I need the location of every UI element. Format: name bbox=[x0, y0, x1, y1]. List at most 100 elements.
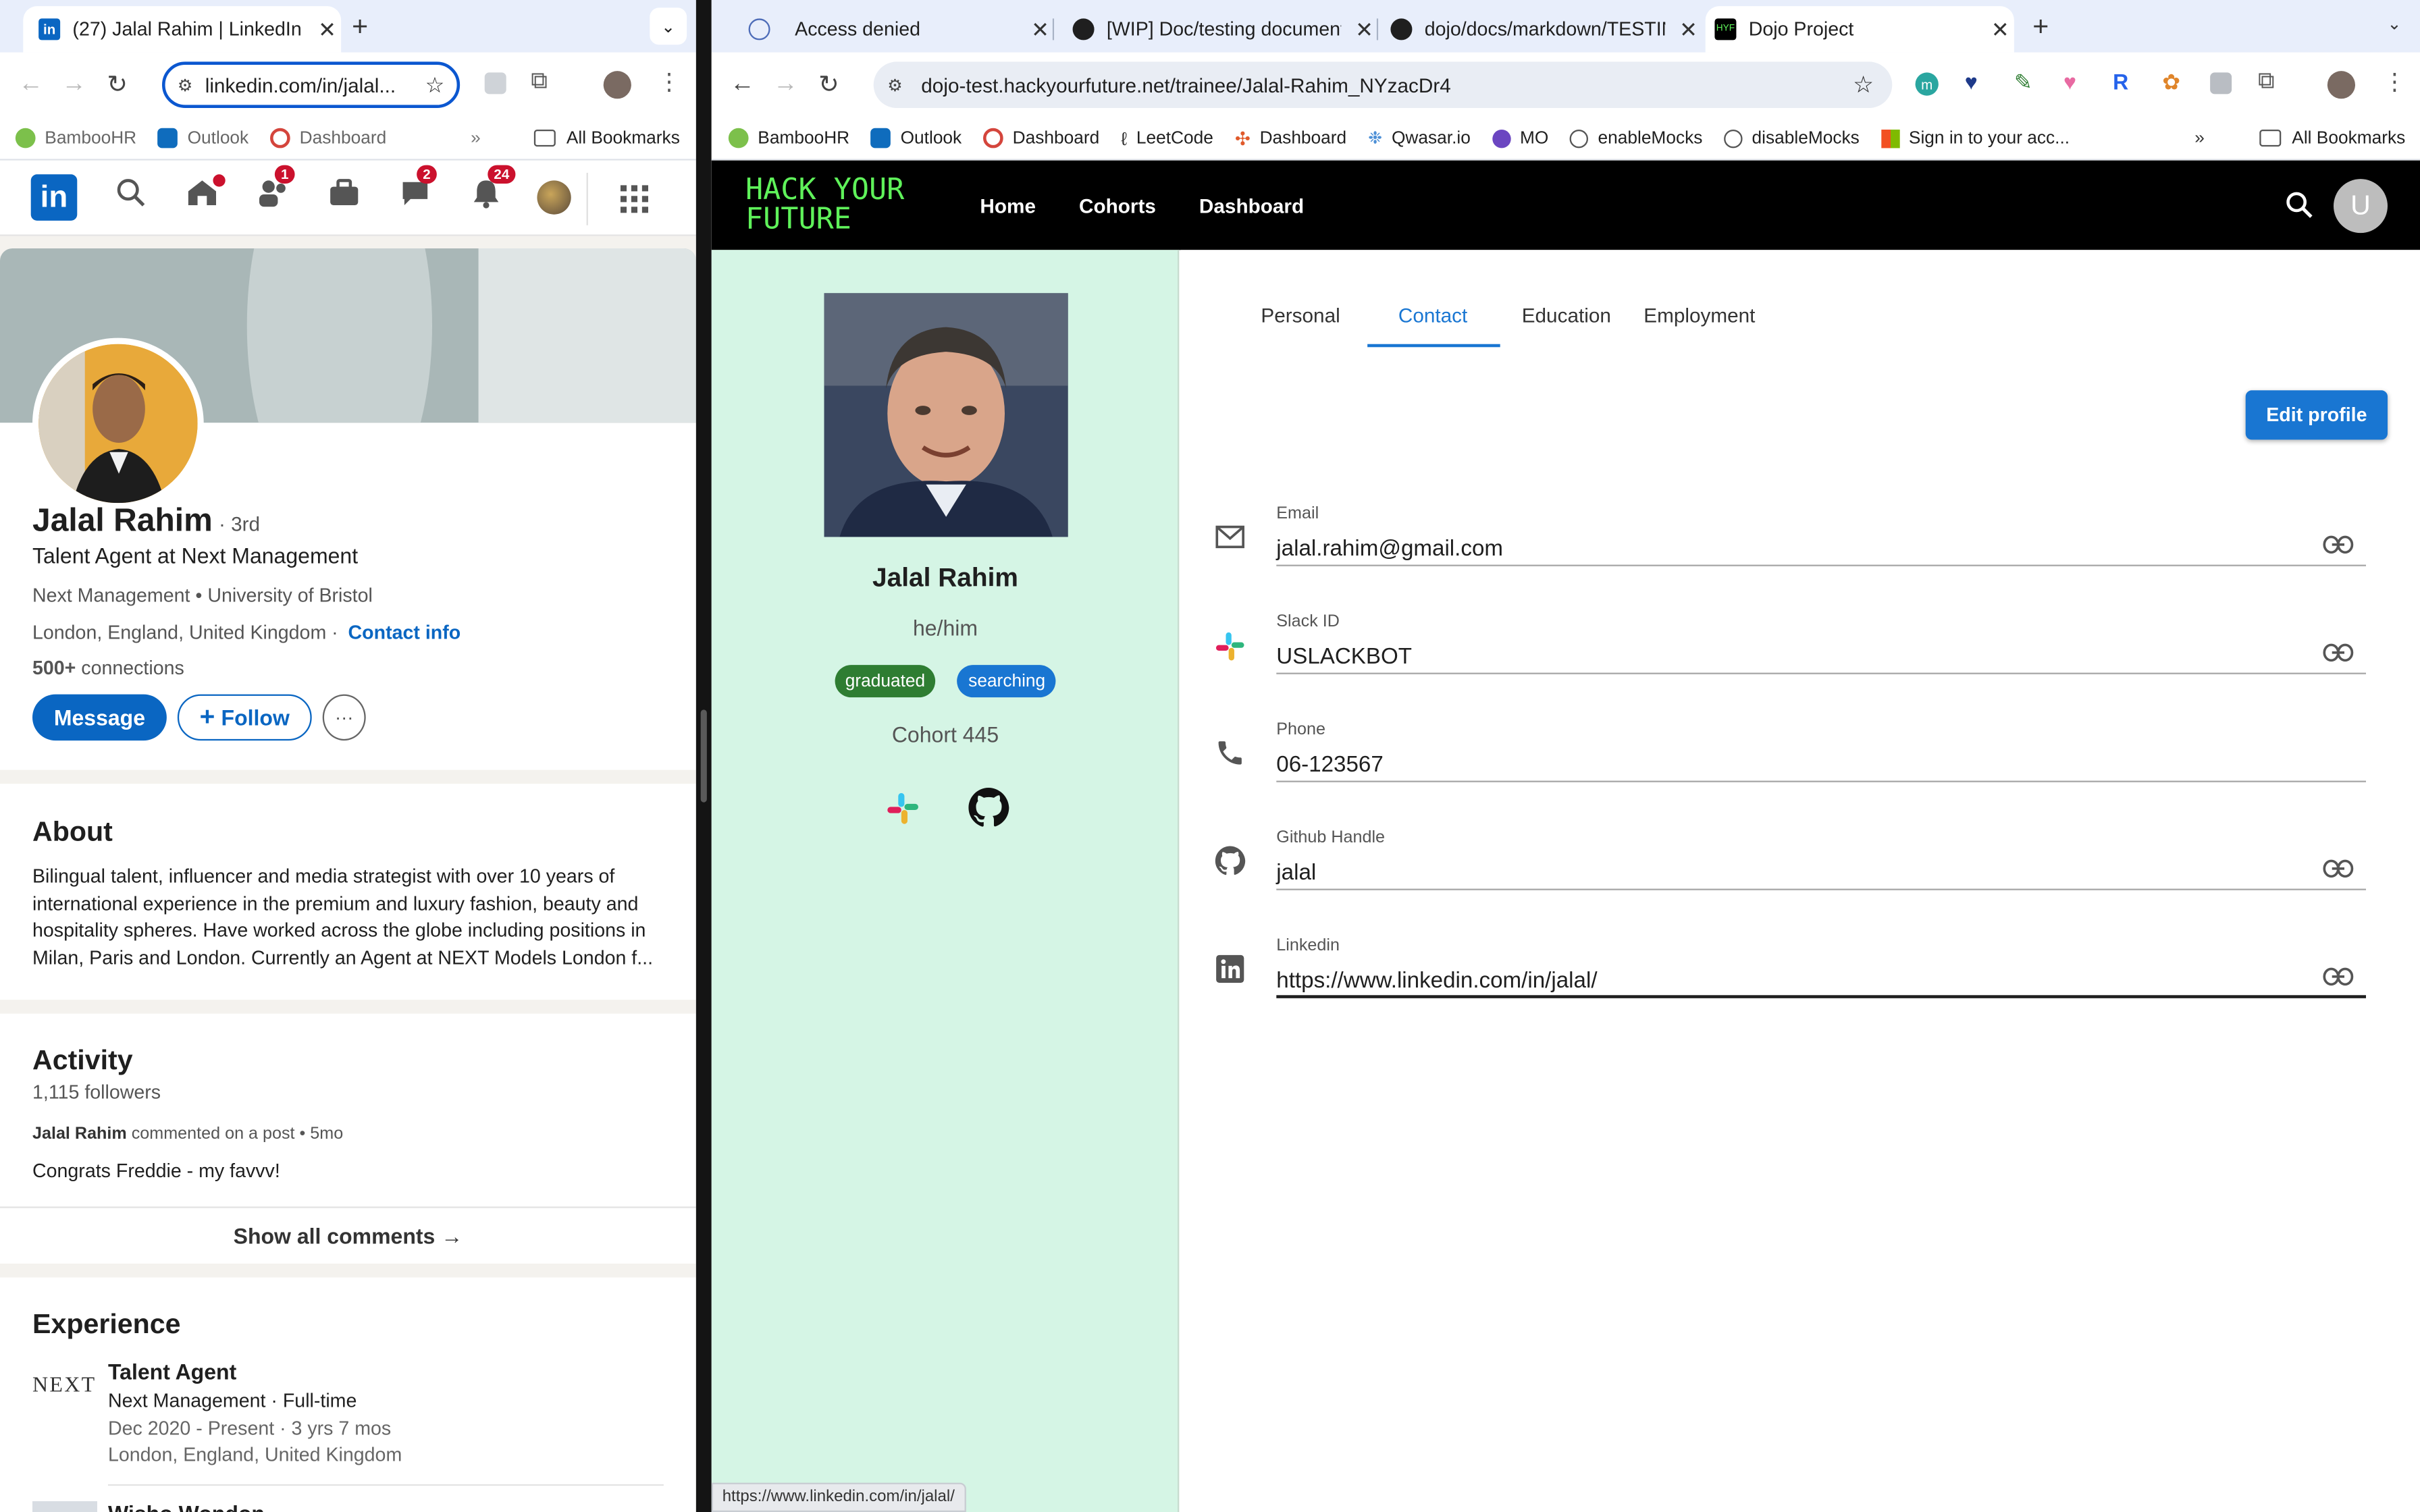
new-tab-button[interactable]: + bbox=[352, 11, 368, 43]
link-icon[interactable] bbox=[2323, 642, 2354, 664]
github-handle-field[interactable]: Github Handle jalal bbox=[1276, 828, 2367, 890]
tab-linkedin[interactable]: in (27) Jalal Rahim | LinkedIn ✕ bbox=[23, 6, 342, 53]
more-actions-button[interactable]: ··· bbox=[322, 694, 366, 741]
bookmark-dashboard[interactable]: Dashboard bbox=[270, 128, 386, 148]
bookmark-star-icon[interactable]: ☆ bbox=[425, 72, 445, 98]
linkedin-logo[interactable]: in bbox=[30, 174, 78, 221]
github-icon[interactable] bbox=[968, 787, 1009, 836]
contact-info-link[interactable]: Contact info bbox=[348, 622, 461, 643]
trainee-cohort[interactable]: Cohort 445 bbox=[712, 722, 1180, 747]
bookmark-bamboohr[interactable]: BambooHR bbox=[15, 128, 136, 148]
tab-dojo-project[interactable]: HYF Dojo Project ✕ bbox=[1705, 6, 2014, 53]
messaging-icon[interactable]: 2 bbox=[379, 165, 450, 217]
nav-dashboard[interactable]: Dashboard bbox=[1199, 194, 1304, 217]
tab-employment[interactable]: Employment bbox=[1643, 304, 1755, 327]
tab-wip-doc[interactable]: [WIP] Doc/testing document f ✕ bbox=[1057, 6, 1379, 53]
next-experience-role[interactable]: Wisho Wondon bbox=[108, 1501, 265, 1512]
address-bar[interactable]: ⚙ dojo-test.hackyourfuture.net/trainee/J… bbox=[873, 61, 1893, 108]
activity-comment[interactable]: Congrats Freddie - my favvv! bbox=[32, 1160, 280, 1182]
close-tab-icon[interactable]: ✕ bbox=[313, 16, 341, 43]
extension-pen-icon[interactable]: ✎ bbox=[2014, 70, 2032, 96]
phone-field[interactable]: Phone 06-123567 bbox=[1276, 720, 2367, 782]
more-bookmarks-icon[interactable]: » bbox=[471, 129, 481, 147]
experience-role[interactable]: Talent Agent bbox=[108, 1359, 236, 1384]
bookmark-outlook[interactable]: Outlook bbox=[871, 128, 962, 148]
site-info-icon[interactable]: ⚙ bbox=[178, 75, 193, 94]
connections-count[interactable]: 500+ bbox=[32, 657, 76, 679]
link-icon[interactable] bbox=[2323, 534, 2354, 556]
user-avatar[interactable]: U bbox=[2334, 179, 2388, 234]
notifications-bell-icon[interactable]: 24 bbox=[450, 165, 521, 217]
me-avatar[interactable] bbox=[537, 180, 571, 215]
menu-dots-icon[interactable]: ⋮ bbox=[2383, 68, 2406, 96]
bookmark-dashboard-2[interactable]: ✣ Dashboard bbox=[1235, 128, 1346, 149]
bookmark-outlook[interactable]: Outlook bbox=[158, 128, 248, 148]
jobs-icon[interactable] bbox=[309, 178, 379, 217]
close-tab-icon[interactable]: ✕ bbox=[1026, 16, 1054, 43]
more-bookmarks-icon[interactable]: » bbox=[2194, 129, 2205, 147]
close-tab-icon[interactable]: ✕ bbox=[1675, 16, 1702, 43]
extension-r-icon[interactable]: R bbox=[2113, 70, 2128, 94]
forward-button[interactable]: → bbox=[764, 71, 807, 99]
hyf-logo[interactable]: HACK YOUR FUTURE bbox=[745, 175, 946, 235]
link-icon[interactable] bbox=[2323, 858, 2354, 880]
address-bar[interactable]: ⚙ linkedin.com/in/jalal... ☆ bbox=[162, 61, 461, 108]
company-logo-next[interactable]: NEXT bbox=[32, 1375, 97, 1400]
bookmark-enable-mocks[interactable]: enableMocks bbox=[1570, 128, 1702, 148]
linkedin-field[interactable]: Linkedin https://www.linkedin.com/in/jal… bbox=[1276, 936, 2367, 998]
extension-heart-icon[interactable]: ♥ bbox=[1965, 70, 1978, 94]
search-icon[interactable] bbox=[2286, 191, 2313, 227]
show-all-comments-button[interactable]: Show all comments → bbox=[0, 1224, 696, 1249]
bookmark-dashboard[interactable]: Dashboard bbox=[983, 128, 1099, 148]
message-button[interactable]: Message bbox=[32, 694, 167, 741]
back-button[interactable]: ← bbox=[720, 71, 764, 99]
window-divider[interactable] bbox=[695, 0, 712, 1512]
nav-home[interactable]: Home bbox=[980, 194, 1036, 217]
site-info-icon[interactable]: ⚙ bbox=[887, 75, 903, 94]
close-tab-icon[interactable]: ✕ bbox=[1987, 16, 2014, 43]
extension-gray-icon[interactable] bbox=[2210, 72, 2232, 94]
tab-contact[interactable]: Contact bbox=[1398, 304, 1467, 327]
reload-button[interactable]: ↻ bbox=[96, 70, 139, 101]
extensions-puzzle-icon[interactable]: ⧉ bbox=[2258, 68, 2275, 94]
menu-dots-icon[interactable]: ⋮ bbox=[658, 68, 681, 96]
tab-testing-doc[interactable]: dojo/docs/markdown/TESTING ✕ bbox=[1382, 6, 1702, 53]
bookmark-disable-mocks[interactable]: disableMocks bbox=[1724, 128, 1860, 148]
follow-button[interactable]: + Follow bbox=[177, 694, 312, 741]
my-network-icon[interactable]: 1 bbox=[238, 165, 309, 217]
tab-search-button[interactable]: ⌄ bbox=[2388, 14, 2402, 34]
apps-grid-icon[interactable] bbox=[620, 185, 649, 221]
search-icon[interactable] bbox=[96, 178, 167, 217]
email-field[interactable]: Email jalal.rahim@gmail.com bbox=[1276, 504, 2367, 566]
bookmark-qwasar[interactable]: ❉ Qwasar.io bbox=[1368, 128, 1471, 148]
extension-color-heart-icon[interactable]: ♥ bbox=[2063, 70, 2076, 94]
link-icon[interactable] bbox=[2323, 966, 2354, 988]
slack-icon[interactable] bbox=[886, 792, 920, 834]
all-bookmarks[interactable]: All Bookmarks bbox=[533, 129, 680, 147]
profile-photo[interactable] bbox=[32, 338, 204, 510]
extension-flower-icon[interactable]: ✿ bbox=[2162, 70, 2180, 96]
profile-education[interactable]: Next Management • University of Bristol bbox=[32, 585, 373, 606]
extension-icon[interactable] bbox=[484, 72, 506, 94]
bookmark-star-icon[interactable]: ☆ bbox=[1853, 71, 1874, 99]
all-bookmarks[interactable]: All Bookmarks bbox=[2259, 129, 2405, 147]
activity-author[interactable]: Jalal Rahim bbox=[32, 1125, 127, 1143]
tab-personal[interactable]: Personal bbox=[1261, 304, 1340, 327]
resize-handle[interactable] bbox=[700, 709, 707, 803]
slack-id-field[interactable]: Slack ID USLACKBOT bbox=[1276, 612, 2367, 674]
profile-avatar[interactable] bbox=[2327, 71, 2356, 99]
reload-button[interactable]: ↻ bbox=[807, 70, 850, 101]
new-tab-button[interactable]: + bbox=[2032, 11, 2049, 43]
forward-button[interactable]: → bbox=[53, 71, 96, 99]
home-icon[interactable] bbox=[167, 174, 238, 217]
nav-cohorts[interactable]: Cohorts bbox=[1079, 194, 1156, 217]
extension-m-icon[interactable]: m bbox=[1915, 72, 1939, 96]
bookmark-mo[interactable]: MO bbox=[1492, 128, 1548, 148]
bookmark-bamboohr[interactable]: BambooHR bbox=[728, 128, 849, 148]
tab-education[interactable]: Education bbox=[1522, 304, 1611, 327]
back-button[interactable]: ← bbox=[9, 71, 53, 99]
tab-access-denied[interactable]: Access denied ✕ bbox=[733, 6, 1055, 53]
bookmark-microsoft-signin[interactable]: Sign in to your acc... bbox=[1880, 128, 2070, 148]
close-tab-icon[interactable]: ✕ bbox=[1350, 16, 1378, 43]
tab-search-button[interactable]: ⌄ bbox=[650, 7, 687, 45]
